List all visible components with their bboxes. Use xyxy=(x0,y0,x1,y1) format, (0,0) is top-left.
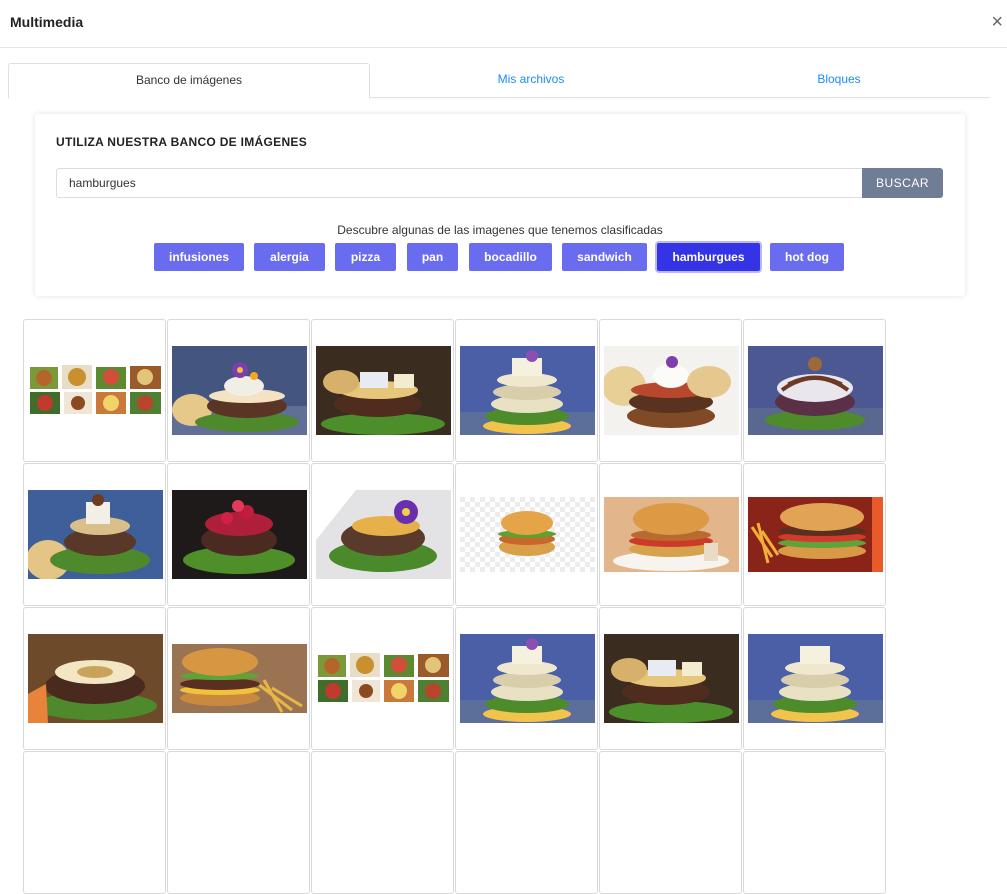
image-thumbnail xyxy=(460,346,595,435)
image-tile[interactable] xyxy=(455,751,598,894)
tag-sandwich[interactable]: sandwich xyxy=(562,243,647,271)
close-icon[interactable]: × xyxy=(991,12,1003,32)
image-thumbnail xyxy=(604,346,739,435)
image-tile[interactable] xyxy=(167,463,310,606)
image-tile[interactable] xyxy=(455,463,598,606)
image-tile[interactable] xyxy=(599,463,742,606)
image-tile[interactable] xyxy=(23,319,166,462)
image-tile[interactable] xyxy=(311,607,454,750)
image-tile[interactable] xyxy=(599,607,742,750)
tag-infusiones[interactable]: infusiones xyxy=(154,243,244,271)
image-thumbnail xyxy=(316,490,451,579)
modal-header: Multimedia × xyxy=(0,0,1007,48)
modal-title: Multimedia xyxy=(10,14,84,30)
image-thumbnail xyxy=(172,346,307,435)
image-tile[interactable] xyxy=(599,319,742,462)
image-thumbnail xyxy=(748,346,883,435)
tag-hamburgues[interactable]: hamburgues xyxy=(657,243,760,271)
tab-bar: Banco de imágenes Mis archivos Bloques xyxy=(8,63,990,99)
image-thumbnail xyxy=(172,490,307,579)
image-tile[interactable] xyxy=(167,607,310,750)
image-tile[interactable] xyxy=(455,319,598,462)
search-input[interactable] xyxy=(56,168,862,198)
image-tile[interactable] xyxy=(311,319,454,462)
image-tile[interactable] xyxy=(23,607,166,750)
image-tile[interactable] xyxy=(599,751,742,894)
image-tile[interactable] xyxy=(23,751,166,894)
image-thumbnail xyxy=(28,365,163,416)
image-tile[interactable] xyxy=(167,319,310,462)
tab-banco-de-imagenes[interactable]: Banco de imágenes xyxy=(8,63,370,99)
image-thumbnail xyxy=(748,634,883,723)
image-thumbnail xyxy=(316,346,451,435)
tag-pan[interactable]: pan xyxy=(407,243,458,271)
tag-bocadillo[interactable]: bocadillo xyxy=(469,243,552,271)
tab-mis-archivos[interactable]: Mis archivos xyxy=(378,63,684,98)
tag-alergia[interactable]: alergia xyxy=(254,243,325,271)
image-thumbnail xyxy=(604,497,739,572)
image-thumbnail xyxy=(28,634,163,723)
tab-bloques[interactable]: Bloques xyxy=(688,63,990,98)
tag-pizza[interactable]: pizza xyxy=(335,243,396,271)
image-thumbnail xyxy=(460,634,595,723)
image-tile[interactable] xyxy=(455,607,598,750)
image-thumbnail xyxy=(316,653,451,704)
image-thumbnail xyxy=(172,644,307,713)
image-tile[interactable] xyxy=(23,463,166,606)
image-thumbnail xyxy=(604,634,739,723)
image-grid xyxy=(23,319,889,894)
image-thumbnail xyxy=(460,497,595,572)
image-tile[interactable] xyxy=(743,751,886,894)
tag-list: infusiones alergia pizza pan bocadillo s… xyxy=(35,243,965,271)
tag-hot-dog[interactable]: hot dog xyxy=(770,243,844,271)
image-bank-search-card: UTILIZA NUESTRA BANCO DE IMÁGENES BUSCAR… xyxy=(35,114,965,296)
search-heading: UTILIZA NUESTRA BANCO DE IMÁGENES xyxy=(56,135,308,149)
image-thumbnail xyxy=(748,497,883,572)
image-tile[interactable] xyxy=(743,463,886,606)
discover-text: Descubre algunas de las imagenes que ten… xyxy=(337,223,663,237)
image-tile[interactable] xyxy=(743,607,886,750)
image-tile[interactable] xyxy=(311,463,454,606)
image-tile[interactable] xyxy=(167,751,310,894)
image-thumbnail xyxy=(28,490,163,579)
image-tile[interactable] xyxy=(743,319,886,462)
image-tile[interactable] xyxy=(311,751,454,894)
search-button[interactable]: BUSCAR xyxy=(862,168,943,198)
